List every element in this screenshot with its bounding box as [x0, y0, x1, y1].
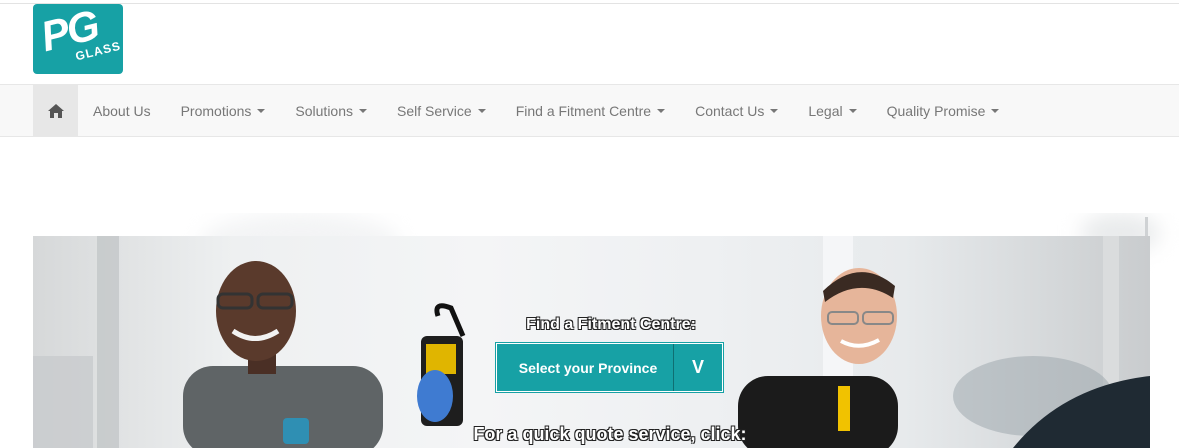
nav-menu: About Us Promotions Solutions Self Servi… [78, 85, 1014, 136]
nav-item-label: Contact Us [695, 102, 765, 119]
nav-item-self-service[interactable]: Self Service [382, 85, 501, 136]
caret-down-icon [770, 108, 779, 113]
nav-item-solutions[interactable]: Solutions [280, 85, 382, 136]
top-border [0, 3, 1179, 4]
nav-item-promotions[interactable]: Promotions [166, 85, 281, 136]
caret-down-icon [359, 108, 367, 113]
nav-home-button[interactable] [33, 85, 78, 136]
caret-down-icon [848, 108, 857, 113]
nav-item-label: Legal [808, 102, 843, 119]
nav-item-label: Solutions [295, 102, 353, 119]
nav-item-label: About Us [93, 102, 151, 119]
hero-background-illustration [33, 236, 1150, 448]
nav-item-about-us[interactable]: About Us [78, 85, 166, 136]
select-province-label: Select your Province [518, 359, 658, 376]
nav-item-contact-us[interactable]: Contact Us [680, 85, 793, 136]
nav-item-quality-promise[interactable]: Quality Promise [872, 85, 1015, 136]
select-province-dropdown[interactable]: Select your Province V [496, 343, 723, 392]
caret-down-icon [991, 108, 1000, 113]
main-navbar: About Us Promotions Solutions Self Servi… [0, 84, 1179, 137]
quick-quote-text: For a quick quote service, click: [473, 424, 747, 444]
nav-item-label: Promotions [180, 102, 252, 119]
caret-down-icon [257, 108, 266, 113]
nav-item-legal[interactable]: Legal [793, 85, 871, 136]
chevron-down-icon: V [673, 344, 722, 391]
nav-item-label: Find a Fitment Centre [515, 102, 652, 119]
nav-item-label: Self Service [397, 102, 472, 119]
nav-item-find-fitment-centre[interactable]: Find a Fitment Centre [501, 85, 680, 136]
find-fitment-centre-title: Find a Fitment Centre: [526, 316, 696, 333]
nav-item-label: Quality Promise [886, 102, 986, 119]
caret-down-icon [477, 108, 486, 113]
hero-image [33, 236, 1150, 448]
pg-glass-logo[interactable]: PG GLASS [33, 4, 123, 74]
home-icon [47, 103, 64, 118]
caret-down-icon [657, 108, 666, 113]
